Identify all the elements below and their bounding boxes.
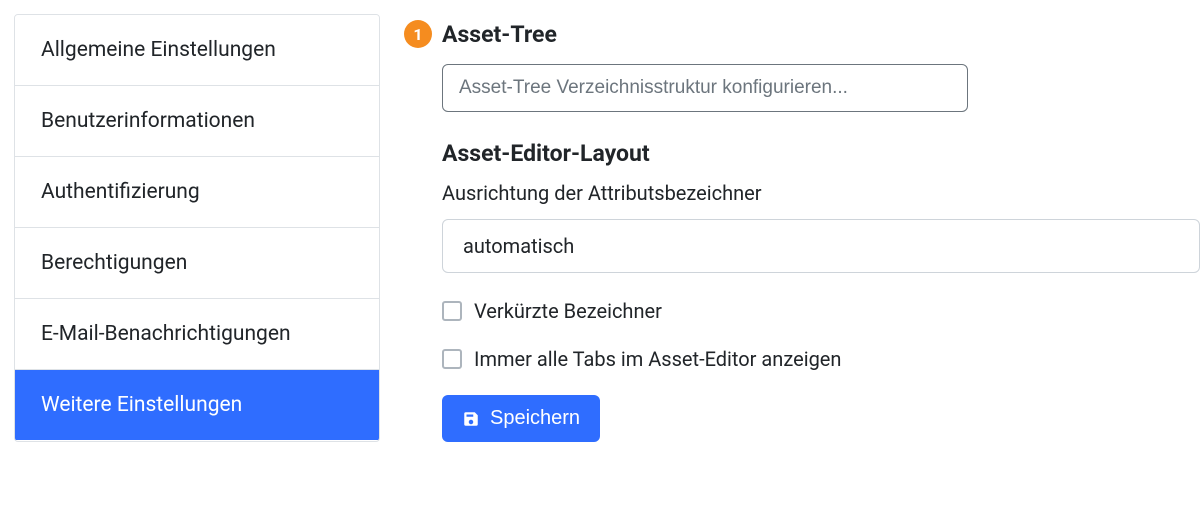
checkbox-show-all-tabs[interactable]: Immer alle Tabs im Asset-Editor anzeigen [442, 347, 1200, 371]
settings-sidebar: Allgemeine Einstellungen Benutzerinforma… [14, 14, 380, 442]
editor-layout-heading: Asset-Editor-Layout [442, 140, 1200, 167]
checkbox-short-labels[interactable]: Verkürzte Bezeichner [442, 299, 1200, 323]
checkbox-box-icon [442, 301, 462, 321]
sidebar-item-permissions[interactable]: Berechtigungen [15, 228, 379, 299]
sidebar-item-label: Benutzerinformationen [41, 109, 255, 133]
checkbox-box-icon [442, 349, 462, 369]
checkbox-show-all-tabs-label: Immer alle Tabs im Asset-Editor anzeigen [474, 347, 841, 371]
checkbox-short-labels-label: Verkürzte Bezeichner [474, 299, 662, 323]
sidebar-item-label: Berechtigungen [41, 251, 187, 275]
save-button[interactable]: Speichern [442, 395, 600, 442]
save-button-label: Speichern [490, 407, 580, 430]
asset-tree-heading-row: 1 Asset-Tree [404, 20, 1200, 48]
sidebar-item-label: Authentifizierung [41, 180, 200, 204]
sidebar-item-label: E-Mail-Benachrichtigungen [41, 322, 291, 346]
save-icon [462, 410, 480, 428]
main-content: 1 Asset-Tree Asset-Tree Verzeichnisstruk… [404, 14, 1200, 442]
step-badge: 1 [404, 20, 432, 48]
sidebar-item-more-settings[interactable]: Weitere Einstellungen [15, 370, 379, 440]
configure-asset-tree-button[interactable]: Asset-Tree Verzeichnisstruktur konfiguri… [442, 64, 968, 112]
sidebar-item-userinfo[interactable]: Benutzerinformationen [15, 86, 379, 157]
asset-tree-heading: Asset-Tree [442, 21, 557, 48]
sidebar-item-email[interactable]: E-Mail-Benachrichtigungen [15, 299, 379, 370]
alignment-label: Ausrichtung der Attributsbezeichner [442, 181, 1200, 205]
sidebar-item-label: Allgemeine Einstellungen [41, 38, 276, 62]
sidebar-item-auth[interactable]: Authentifizierung [15, 157, 379, 228]
alignment-select-value: automatisch [463, 234, 574, 258]
sidebar-item-label: Weitere Einstellungen [41, 393, 242, 417]
alignment-select[interactable]: automatisch [442, 219, 1200, 273]
sidebar-item-general[interactable]: Allgemeine Einstellungen [15, 15, 379, 86]
